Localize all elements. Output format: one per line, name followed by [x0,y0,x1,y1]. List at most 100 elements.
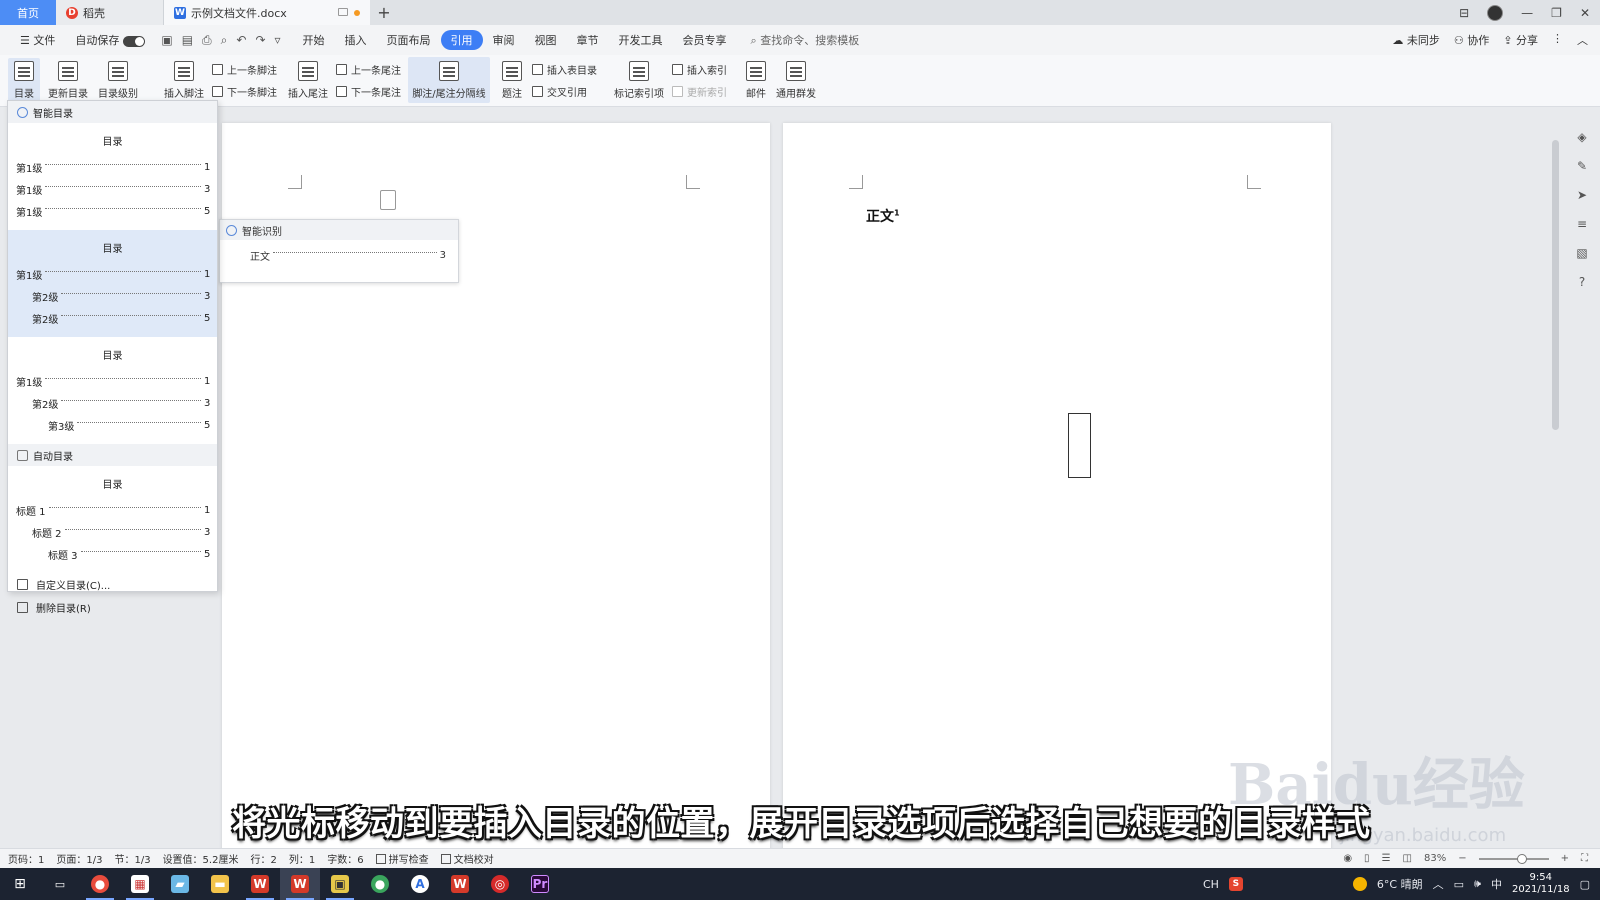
caption-button[interactable]: 题注 [502,61,522,100]
wps2-taskbar-button[interactable]: W [440,868,480,900]
collapse-ribbon-icon[interactable]: ︿ [1577,32,1588,48]
close-icon[interactable]: ✕ [1580,6,1590,20]
file-menu[interactable]: ☰ 文件 [10,32,65,48]
new-tab-button[interactable]: + [370,0,398,25]
volume-icon[interactable]: 🕪 [1474,877,1481,891]
netease-taskbar-button[interactable]: ◎ [480,868,520,900]
eye-protect-icon[interactable]: ◉ [1343,853,1352,864]
smart-popup-entry[interactable]: 正文 3 [220,240,458,263]
clock[interactable]: 9:54 2021/11/18 [1512,872,1570,896]
style-icon[interactable]: ◈ [1577,130,1586,144]
help-icon[interactable]: ? [1579,275,1585,289]
zoom-level[interactable]: 83% [1424,853,1446,864]
fullscreen-icon[interactable]: ⛶ [1581,853,1588,864]
vertical-scrollbar[interactable] [1552,140,1559,430]
tab-home[interactable]: 首页 [0,0,56,25]
mass-send-button[interactable]: 通用群发 [776,61,816,100]
mark-index-button[interactable]: 标记索引项 [614,61,664,100]
media-taskbar-button[interactable]: ▣ [320,868,360,900]
sogou-icon[interactable]: S [1228,877,1243,891]
chrome2-taskbar-button[interactable]: ● [360,868,400,900]
status-pages[interactable]: 页面：1/3 [56,851,102,866]
notification-icon[interactable]: ▢ [1580,878,1590,891]
settings-sliders-icon[interactable]: ≡ [1577,217,1587,231]
toc-style-option[interactable]: 目录 第1级 1 第1级 3 第1级 5 [8,123,217,230]
next-endnote-button[interactable]: 下一条尾注 [336,84,401,99]
sync-button[interactable]: ☁ 未同步 [1392,32,1440,48]
prev-footnote-button[interactable]: 上一条脚注 [212,62,277,77]
redo-icon[interactable]: ↷ [255,33,265,48]
prev-endnote-button[interactable]: 上一条尾注 [336,62,401,77]
menu-references[interactable]: 引用 [440,30,483,50]
ime-ch-icon[interactable]: CH [1203,878,1219,891]
toc-button[interactable]: 目录 [8,58,40,103]
smart-recognition-popup[interactable]: 智能识别 正文 3 [219,219,459,283]
spell-check-toggle[interactable]: 拼写检查 [375,851,429,866]
notes-taskbar-button[interactable]: ▰ [160,868,200,900]
tab-daoke[interactable]: D 稻壳 [56,0,164,25]
export-pdf-icon[interactable]: ▤ [182,33,193,48]
tab-document[interactable]: W 示例文档文件.docx [164,0,370,25]
custom-toc-button[interactable]: 自定义目录(C)... [8,573,217,596]
menu-review[interactable]: 审阅 [483,32,525,48]
menu-start[interactable]: 开始 [293,32,335,48]
autosave-toggle[interactable]: 自动保存 [65,32,155,48]
toc-style-option[interactable]: 目录 标题 1 1 标题 2 3 标题 3 5 [8,466,217,573]
separator-button[interactable]: 脚注/尾注分隔线 [408,57,490,103]
undo-icon[interactable]: ↶ [236,33,246,48]
print-icon[interactable]: ⎙ [202,33,212,48]
more-menu-icon[interactable]: ⋮ [1552,32,1563,48]
image-tool-icon[interactable]: ▧ [1576,246,1587,260]
wps-writer-taskbar-button[interactable]: W [280,868,320,900]
zoom-slider[interactable] [1478,853,1549,864]
premiere-taskbar-button[interactable]: Pr [520,868,560,900]
delete-toc-button[interactable]: 删除目录(R) [8,596,217,619]
tray-expand-icon[interactable]: ︿ [1433,876,1444,892]
menu-dev-tools[interactable]: 开发工具 [609,32,673,48]
document-anchor-icon[interactable] [380,190,396,210]
save-icon[interactable]: ▣ [161,33,172,48]
minimize-icon[interactable]: — [1521,6,1533,20]
start-button[interactable]: ⊞ [0,868,40,900]
cross-ref-button[interactable]: 交叉引用 [532,84,587,99]
menu-insert[interactable]: 插入 [335,32,377,48]
menu-member[interactable]: 会员专享 [673,32,737,48]
collaborate-button[interactable]: ⚇ 协作 [1454,32,1489,48]
outline-view-icon[interactable]: ☰ [1382,853,1391,864]
chrome-taskbar-button[interactable]: ● [80,868,120,900]
toc-level-button[interactable]: 目录级别 [98,61,138,100]
wps-taskbar-button[interactable]: W [240,868,280,900]
update-toc-button[interactable]: 更新目录 [48,61,88,100]
status-page-number[interactable]: 页码：1 [8,851,44,866]
document-heading[interactable]: 正文1 [866,206,900,226]
menu-chapter[interactable]: 章节 [567,32,609,48]
insert-table-toc-button[interactable]: 插入表目录 [532,62,597,77]
insert-index-button[interactable]: 插入索引 [672,62,727,77]
insert-footnote-button[interactable]: 插入脚注 [164,61,204,100]
avatar[interactable] [1487,4,1504,21]
network-icon[interactable]: ▭ [1454,878,1464,891]
calendar-taskbar-button[interactable]: ▦ [120,868,160,900]
update-index-button[interactable]: 更新索引 [672,84,727,99]
app-a-taskbar-button[interactable]: A [400,868,440,900]
mail-button[interactable]: 邮件 [746,61,766,100]
menu-page-layout[interactable]: 页面布局 [377,32,441,48]
weather-text[interactable]: 6°C 晴朗 [1377,876,1423,892]
monitor-icon[interactable] [338,8,348,16]
proofread-toggle[interactable]: 文档校对 [440,851,494,866]
page-view-icon[interactable]: ▯ [1364,853,1370,864]
ime-indicator[interactable]: 中 [1491,876,1502,892]
web-view-icon[interactable]: ◫ [1403,853,1412,864]
command-search[interactable]: ⌕ 查找命令、搜索模板 [751,32,860,48]
status-word-count[interactable]: 字数：6 [327,851,363,866]
layout-icon[interactable]: ⊟ [1459,6,1469,20]
next-footnote-button[interactable]: 下一条脚注 [212,84,277,99]
share-button[interactable]: ⇪ 分享 [1503,32,1538,48]
zoom-out-icon[interactable]: − [1458,853,1466,864]
restore-icon[interactable]: ❐ [1551,6,1562,20]
menu-view[interactable]: 视图 [525,32,567,48]
pen-icon[interactable]: ✎ [1577,159,1587,173]
zoom-in-icon[interactable]: + [1561,853,1569,864]
explorer-taskbar-button[interactable]: ▬ [200,868,240,900]
more-icon[interactable]: ▿ [275,33,281,48]
